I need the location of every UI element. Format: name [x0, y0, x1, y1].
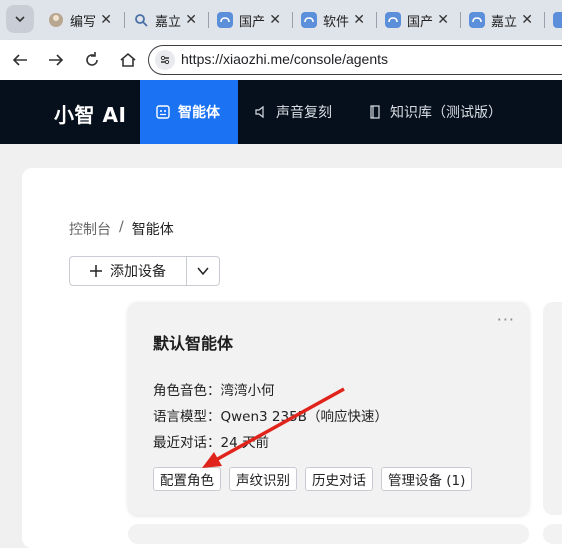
browser-tab-title: 嘉立 [155, 14, 182, 30]
browser-tab-strip: 编写 ✕ 嘉立 ✕ 国产 ✕ 软件 ✕ 国产 ✕ 嘉立 ✕ [0, 0, 562, 40]
agent-card-partial [543, 302, 562, 515]
history-button[interactable]: 历史对话 [305, 467, 373, 491]
voiceprint-button[interactable]: 声纹识别 [229, 467, 297, 491]
browser-tab-title: 国产 [407, 14, 434, 30]
add-device-button[interactable]: 添加设备 [69, 256, 187, 286]
arrow-left-icon [12, 54, 27, 66]
cloud-icon [217, 12, 233, 28]
chevron-down-icon [197, 267, 209, 276]
agent-actions: 配置角色 声纹识别 历史对话 管理设备 (1) [153, 467, 473, 491]
book-icon [370, 105, 380, 119]
add-device-dropdown[interactable] [187, 256, 220, 286]
chevron-down-icon [15, 16, 25, 23]
agent-card-partial [543, 524, 562, 544]
agent-voice: 角色音色：湾湾小何 [153, 383, 275, 399]
browser-tab-title: 国产 [239, 14, 266, 30]
browser-tab-title: 嘉立 [491, 14, 518, 30]
browser-tab[interactable]: 嘉立 ✕ [125, 4, 205, 36]
browser-tab-title: 软件 [323, 14, 350, 30]
close-icon[interactable]: ✕ [437, 12, 449, 28]
tab-search-button[interactable] [6, 5, 34, 33]
cloud-icon [385, 12, 401, 28]
cloud-icon [301, 12, 317, 28]
app-logo: 小智 AI [54, 103, 127, 127]
breadcrumb-current: 智能体 [131, 222, 174, 238]
cloud-icon [553, 12, 562, 28]
agent-card-partial [128, 524, 529, 544]
agent-recent: 最近对话：24 天前 [153, 435, 269, 451]
more-menu-icon[interactable]: ··· [497, 310, 515, 329]
add-device-label: 添加设备 [110, 264, 166, 280]
browser-tab[interactable]: 编写 ✕ [40, 4, 120, 36]
agent-model: 语言模型：Qwen3 235B（响应快速） [153, 409, 388, 425]
nav-knowledge-base[interactable]: 知识库（测试版） [352, 80, 518, 144]
home-icon [120, 52, 136, 67]
breadcrumb-root[interactable]: 控制台 [69, 219, 111, 239]
breadcrumb: 控制台 / 智能体 [69, 219, 174, 239]
app-header: 小智 AI 智能体 声音复刻 知识库（测试版） [0, 80, 562, 144]
home-button[interactable] [116, 48, 140, 72]
back-button[interactable] [8, 48, 32, 72]
url-text: https://xiaozhi.me/console/agents [181, 51, 389, 67]
reload-button[interactable] [80, 48, 104, 72]
browser-tab[interactable]: 国产 ✕ [209, 4, 289, 36]
nav-voice-clone[interactable]: 声音复刻 [238, 80, 348, 144]
avatar-icon [48, 12, 64, 28]
reload-icon [86, 52, 98, 66]
agent-icon [156, 105, 170, 119]
nav-voice-clone-label: 声音复刻 [276, 105, 332, 121]
close-icon[interactable]: ✕ [100, 12, 112, 28]
nav-agents[interactable]: 智能体 [140, 80, 238, 144]
browser-toolbar: https://xiaozhi.me/console/agents [0, 40, 562, 81]
browser-tab[interactable] [545, 4, 562, 36]
arrow-right-icon [49, 54, 64, 66]
address-bar[interactable]: https://xiaozhi.me/console/agents [148, 45, 562, 75]
close-icon[interactable]: ✕ [353, 12, 365, 28]
nav-agents-label: 智能体 [178, 105, 220, 121]
configure-role-button[interactable]: 配置角色 [153, 467, 221, 491]
cloud-icon [469, 12, 485, 28]
breadcrumb-separator: / [119, 219, 124, 235]
plus-icon [90, 265, 102, 277]
browser-tab[interactable]: 软件 ✕ [293, 4, 373, 36]
forward-button[interactable] [44, 48, 68, 72]
nav-knowledge-base-label: 知识库（测试版） [390, 105, 502, 121]
search-icon [133, 12, 149, 28]
manage-devices-button[interactable]: 管理设备 (1) [381, 467, 473, 491]
browser-tab[interactable]: 嘉立 ✕ [461, 4, 541, 36]
speaker-icon [255, 105, 264, 119]
browser-tab[interactable]: 国产 ✕ [377, 4, 457, 36]
browser-tab-title: 编写 [70, 14, 97, 30]
agent-title: 默认智能体 [153, 334, 234, 353]
close-icon[interactable]: ✕ [185, 12, 197, 28]
close-icon[interactable]: ✕ [269, 12, 281, 28]
site-info-icon[interactable] [155, 50, 175, 70]
close-icon[interactable]: ✕ [521, 12, 533, 28]
agent-card: ··· 默认智能体 角色音色：湾湾小何 语言模型：Qwen3 235B（响应快速… [128, 302, 529, 515]
add-device-group: 添加设备 [69, 256, 220, 286]
